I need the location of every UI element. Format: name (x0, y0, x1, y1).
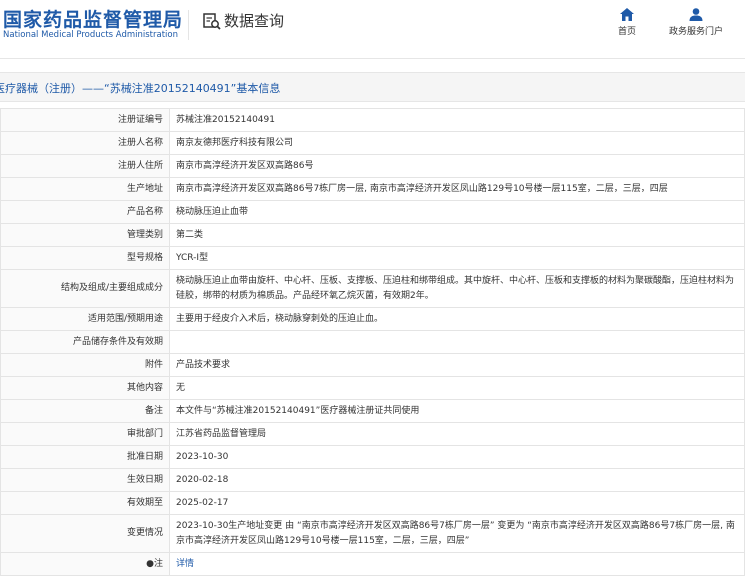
row-value: 南京市高淳经济开发区双高路86号 (169, 154, 745, 178)
nav-home[interactable]: 首页 (612, 8, 642, 37)
row-label: 其他内容 (0, 376, 170, 400)
row-label: 变更情况 (0, 514, 170, 553)
table-row: 结构及组成/主要组成成分 桡动脉压迫止血带由旋杆、中心杆、压板、支撑板、压迫柱和绑… (0, 269, 745, 308)
table-row: 产品储存条件及有效期 (0, 330, 745, 354)
row-label: 适用范围/预期用途 (0, 307, 170, 331)
row-value: 产品技术要求 (169, 353, 745, 377)
table-row: 变更情况 2023-10-30生产地址变更 由 “南京市高淳经济开发区双高路86号… (0, 514, 745, 553)
row-value: 桡动脉压迫止血带 (169, 200, 745, 224)
row-label: 备注 (0, 399, 170, 423)
row-label: 生产地址 (0, 177, 170, 201)
table-row: 生效日期 2020-02-18 (0, 468, 745, 492)
row-value: 2023-10-30 (169, 445, 745, 469)
nav-home-label: 首页 (617, 27, 636, 37)
table-row: 产品名称 桡动脉压迫止血带 (0, 200, 745, 224)
table-row: 附件 产品技术要求 (0, 353, 745, 377)
record-title: 医疗器械（注册）——“苏械注准20152140491”基本信息 (0, 82, 281, 95)
row-label: 生效日期 (0, 468, 170, 492)
row-label: 注册人名称 (0, 131, 170, 155)
nav-portal-label: 政务服务门户 (668, 27, 723, 37)
logo-chinese[interactable]: 国家药品监督管理局 (3, 5, 183, 32)
row-label: 注册人住所 (0, 154, 170, 178)
nav-service-portal[interactable]: 政务服务门户 (662, 8, 730, 37)
record-title-bar: 医疗器械（注册）——“苏械注准20152140491”基本信息 (0, 72, 745, 102)
row-label: 有效期至 (0, 491, 170, 515)
row-label: 审批部门 (0, 422, 170, 446)
table-row: 注册人名称 南京友德邦医疗科技有限公司 (0, 131, 745, 155)
row-value: 江苏省药品监督管理局 (169, 422, 745, 446)
row-label: 结构及组成/主要组成成分 (0, 269, 170, 308)
detail-link[interactable]: 详情 (176, 559, 194, 569)
row-value: 本文件与“苏械注准20152140491”医疗器械注册证共同使用 (169, 399, 745, 423)
data-query-label: 数据查询 (224, 12, 285, 30)
record-info-table: 注册证编号 苏械注准20152140491 注册人名称 南京友德邦医疗科技有限公司 … (0, 108, 745, 576)
logo-english[interactable]: National Medical Products Administration (3, 30, 178, 40)
row-value: 南京市高淳经济开发区双高路86号7栋厂房一层, 南京市高淳经济开发区凤山路129… (169, 177, 745, 201)
row-label: 批准日期 (0, 445, 170, 469)
table-row: 审批部门 江苏省药品监督管理局 (0, 422, 745, 446)
row-label: 产品储存条件及有效期 (0, 330, 170, 354)
user-icon (689, 8, 703, 21)
row-label: 型号规格 (0, 246, 170, 270)
row-value: 2020-02-18 (169, 468, 745, 492)
row-value: 详情 (169, 552, 745, 576)
logo-divider (188, 10, 189, 40)
data-query-link[interactable]: 数据查询 (202, 10, 284, 31)
row-value: 第二类 (169, 223, 745, 247)
row-label: 附件 (0, 353, 170, 377)
table-row: 有效期至 2025-02-17 (0, 491, 745, 515)
table-row: ●注 详情 (0, 552, 745, 576)
row-value: 无 (169, 376, 745, 400)
table-row: 其他内容无 (0, 376, 745, 400)
table-row: 生产地址 南京市高淳经济开发区双高路86号7栋厂房一层, 南京市高淳经济开发区凤山… (0, 177, 745, 201)
table-row: 注册证编号 苏械注准20152140491 (0, 108, 745, 132)
site-header: 国家药品监督管理局 National Medical Products Admi… (0, 0, 745, 59)
table-row: 注册人住所 南京市高淳经济开发区双高路86号 (0, 154, 745, 178)
row-value: 苏械注准20152140491 (169, 108, 745, 132)
row-label: 注册证编号 (0, 108, 170, 132)
table-row: 管理类别 第二类 (0, 223, 745, 247)
row-value: 南京友德邦医疗科技有限公司 (169, 131, 745, 155)
search-document-icon (203, 12, 221, 30)
row-value: 2025-02-17 (169, 491, 745, 515)
table-row: 型号规格 YCR-I型 (0, 246, 745, 270)
row-value: 主要用于经皮介入术后，桡动脉穿刺处的压迫止血。 (169, 307, 745, 331)
home-icon (620, 8, 634, 21)
row-value: 2023-10-30生产地址变更 由 “南京市高淳经济开发区双高路86号7栋厂房… (169, 514, 745, 553)
row-label: 管理类别 (0, 223, 170, 247)
row-value: 桡动脉压迫止血带由旋杆、中心杆、压板、支撑板、压迫柱和绑带组成。其中旋杆、中心杆… (169, 269, 745, 308)
row-value (169, 330, 745, 354)
table-row: 备注 本文件与“苏械注准20152140491”医疗器械注册证共同使用 (0, 399, 745, 423)
table-row: 适用范围/预期用途 主要用于经皮介入术后，桡动脉穿刺处的压迫止血。 (0, 307, 745, 331)
row-label: ●注 (0, 552, 170, 576)
row-value: YCR-I型 (169, 246, 745, 270)
table-row: 批准日期 2023-10-30 (0, 445, 745, 469)
row-label: 产品名称 (0, 200, 170, 224)
